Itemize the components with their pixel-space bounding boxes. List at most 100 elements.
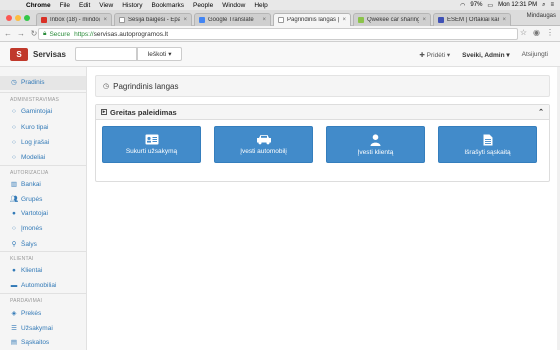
sidebar-item-vartotojai[interactable]: ● Vartotojai	[10, 210, 48, 217]
sidebar-section-title: KLIENTAI	[10, 256, 34, 262]
qwekee-icon	[358, 17, 364, 23]
page-title-bar: ◷ Pagrindinis langas	[95, 75, 550, 97]
close-tab-icon[interactable]: ×	[103, 17, 107, 23]
search-icon[interactable]: ⌕	[542, 2, 545, 9]
tab-label: ESEM | Ortakiai kartu	[447, 17, 500, 23]
add-car-button[interactable]: Įvesti automobilį	[214, 126, 313, 163]
sidebar-item-imones[interactable]: ○ Įmonės	[10, 225, 42, 232]
menu-view[interactable]: View	[99, 2, 113, 9]
sidebar-item-label: Gamintojai	[21, 108, 53, 115]
page-icon	[119, 17, 125, 23]
sidebar-item-saskaitos[interactable]: ▤ Sąskaitos	[10, 338, 49, 347]
user-dropdown[interactable]: Sveiki, Admin ▾	[462, 51, 509, 59]
forward-icon[interactable]: →	[16, 29, 26, 38]
star-icon[interactable]: ☆	[520, 28, 527, 37]
menu-status-area: ◠ 97% ▭ Mon 12:31 PM ⌕ ≡	[460, 0, 554, 10]
sidebar-divider	[0, 251, 86, 252]
tab-inbox[interactable]: Inbox (18) - mindo@... ×	[36, 13, 112, 26]
menu-file[interactable]: File	[60, 2, 70, 9]
sidebar-item-label: Užsakymai	[21, 324, 53, 332]
address-bar[interactable]: 🔒︎ Secure https:// servisas.autoprogramo…	[38, 28, 518, 40]
search-button[interactable]: Ieškoti ▾	[137, 47, 182, 61]
secure-label: Secure	[49, 30, 71, 38]
id-card-icon	[145, 134, 158, 145]
menu-list-icon[interactable]: ≡	[550, 2, 554, 8]
menu-window[interactable]: Window	[222, 2, 245, 9]
menu-people[interactable]: People	[193, 2, 213, 9]
sidebar-item-klientai[interactable]: ● Klientai	[10, 267, 42, 274]
quick-launch-panel: ▸ Greitas paleidimas ⌃ Sukurti užsakymą	[95, 104, 550, 182]
extension-icon[interactable]: ◉	[533, 28, 540, 37]
sidebar-item-label: Kuro tipai	[21, 124, 49, 131]
play-icon: ▸	[101, 109, 107, 115]
sidebar-divider	[0, 293, 86, 294]
toolbar-right: ☆ ◉ ⋮	[520, 28, 554, 37]
sidebar-item-salys[interactable]: ⚲ Šalys	[10, 240, 37, 249]
brand-name[interactable]: Servisas	[33, 50, 66, 59]
sidebar-item-gamintojai[interactable]: ○ Gamintojai	[10, 108, 52, 115]
tab-pagrindinis[interactable]: Pagrindinis langas | A ×	[273, 13, 351, 26]
sidebar-item-label: Modeliai	[21, 154, 46, 161]
gmail-icon	[41, 17, 47, 23]
button-label: Išrašyti sąskaitą	[464, 148, 511, 156]
menu-history[interactable]: History	[122, 2, 142, 9]
macos-menu-bar: Chrome File Edit View History Bookmarks …	[0, 0, 560, 10]
map-marker-icon: ⚲	[11, 241, 17, 248]
tab-epay[interactable]: Sesija baigėsi - Epay ×	[114, 13, 192, 26]
clock[interactable]: Mon 12:31 PM	[498, 2, 537, 8]
menu-bookmarks[interactable]: Bookmarks	[151, 2, 184, 9]
user-label: Sveiki, Admin	[462, 51, 505, 59]
tab-esem[interactable]: ESEM | Ortakiai kartu ×	[433, 13, 511, 26]
sidebar-item-grupes[interactable]: 👥︎ Grupės	[10, 195, 43, 204]
tab-label: Inbox (18) - mindo@...	[50, 17, 100, 23]
tab-google-translate[interactable]: Google Translate ×	[194, 13, 271, 26]
battery-level[interactable]: 97%	[470, 2, 482, 8]
sidebar-item-label: Grupės	[21, 195, 43, 203]
car-icon	[256, 135, 271, 145]
menu-edit[interactable]: Edit	[79, 2, 90, 9]
sidebar-item-log-irasai[interactable]: ○ Log įrašai	[10, 139, 49, 146]
panel-header[interactable]: ▸ Greitas paleidimas ⌃	[96, 105, 549, 120]
close-tab-icon[interactable]: ×	[502, 17, 506, 23]
circle-icon: ○	[12, 124, 16, 131]
wifi-icon[interactable]: ◠	[460, 2, 465, 9]
circle-icon: ○	[12, 139, 16, 146]
menu-help[interactable]: Help	[254, 2, 267, 9]
sidebar-item-modeliai[interactable]: ○ Modeliai	[10, 154, 45, 161]
add-dropdown[interactable]: ✚ Pridėti ▾	[419, 51, 450, 59]
minimize-window-icon[interactable]	[15, 15, 21, 21]
sidebar-item-automobiliai[interactable]: ▬ Automobiliai	[10, 282, 57, 289]
close-tab-icon[interactable]: ×	[342, 17, 346, 23]
close-window-icon[interactable]	[6, 15, 12, 21]
tab-qwekee[interactable]: Qwekee car sharing a ×	[353, 13, 431, 26]
logout-link[interactable]: Atsijungti	[522, 51, 548, 58]
search-button-label: Ieškoti	[147, 50, 167, 58]
chevron-up-icon[interactable]: ⌃	[538, 108, 544, 116]
sidebar-item-prekes[interactable]: ◈ Prekės	[10, 309, 42, 318]
close-tab-icon[interactable]: ×	[262, 17, 266, 23]
close-tab-icon[interactable]: ×	[422, 17, 426, 23]
maximize-window-icon[interactable]	[24, 15, 30, 21]
chrome-menu-icon[interactable]: ⋮	[546, 28, 554, 37]
menu-app[interactable]: Chrome	[26, 2, 51, 9]
add-client-button[interactable]: Įvesti klientą	[326, 126, 425, 163]
car-icon: ▬	[10, 282, 18, 289]
profile-name[interactable]: Mindaugas	[527, 13, 556, 19]
lock-icon: 🔒︎	[43, 30, 47, 37]
main-content: ◷ Pagrindinis langas ▸ Greitas paleidima…	[87, 67, 560, 350]
user-icon: ●	[12, 210, 16, 217]
issue-invoice-button[interactable]: Išrašyti sąskaitą	[438, 126, 537, 163]
create-order-button[interactable]: Sukurti užsakymą	[102, 126, 201, 163]
close-tab-icon[interactable]: ×	[183, 17, 187, 23]
circle-icon: ○	[12, 225, 16, 232]
search-input[interactable]	[75, 47, 137, 61]
sidebar-item-bankai[interactable]: ▥ Bankai	[10, 180, 41, 189]
tab-label: Sesija baigėsi - Epay	[128, 17, 181, 23]
add-label: Pridėti	[426, 51, 446, 59]
brand-logo[interactable]: S	[10, 47, 28, 61]
sidebar-item-label: Šalys	[21, 240, 37, 248]
sidebar-item-kuro-tipai[interactable]: ○ Kuro tipai	[10, 124, 48, 131]
back-icon[interactable]: ←	[3, 29, 13, 38]
sidebar-item-uzsakymai[interactable]: ☰ Užsakymai	[10, 324, 53, 333]
sidebar-item-pradinis[interactable]: ◷ Pradinis	[10, 78, 44, 87]
